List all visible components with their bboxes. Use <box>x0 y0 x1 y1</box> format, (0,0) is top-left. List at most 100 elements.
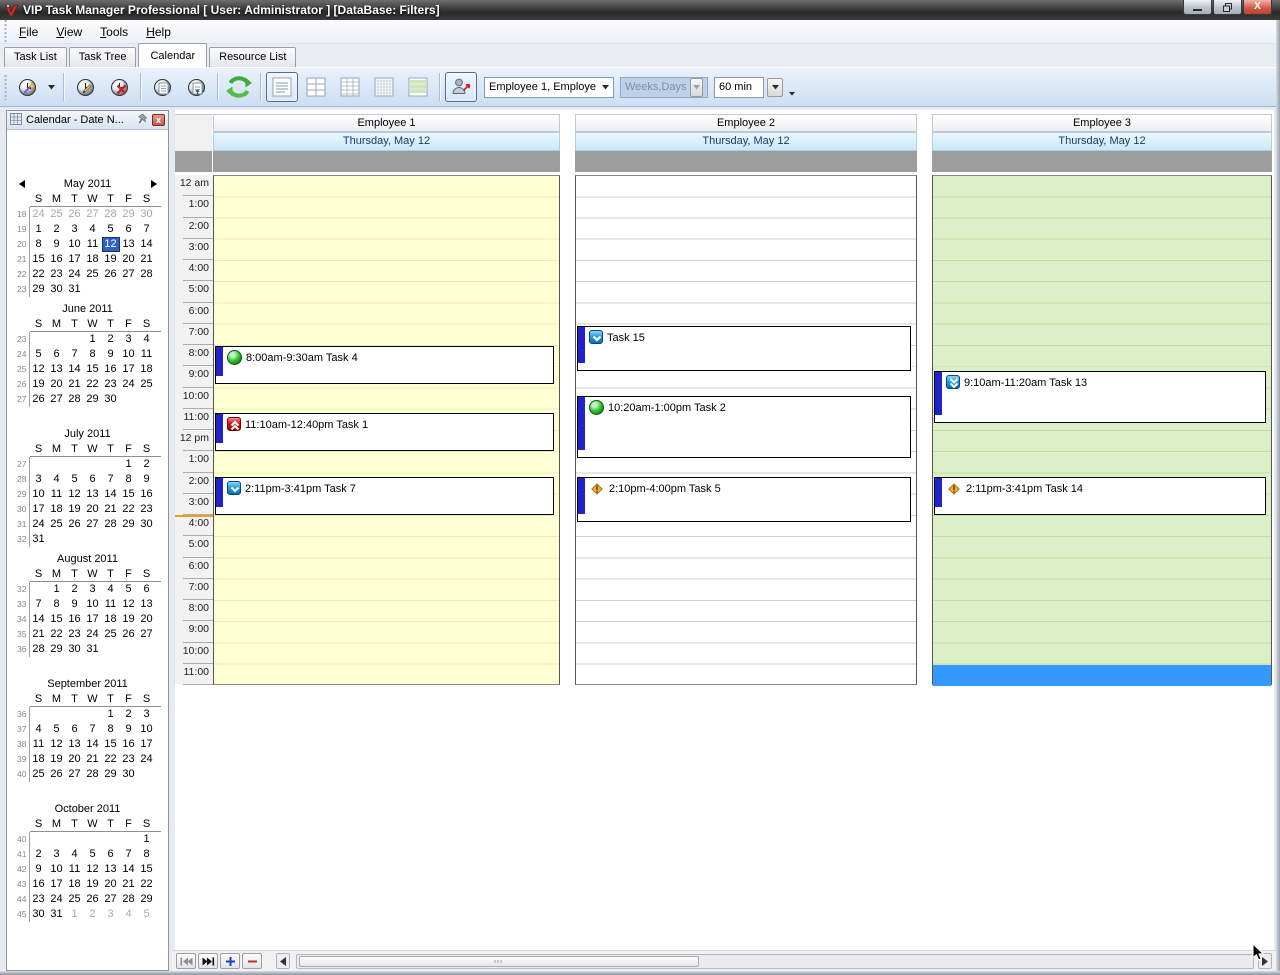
day-cell[interactable]: 11 <box>84 237 102 252</box>
horizontal-scrollbar[interactable] <box>296 954 1254 969</box>
day-cell[interactable]: 22 <box>138 877 156 892</box>
day-cell[interactable]: 20 <box>66 752 84 767</box>
day-cell[interactable]: 29 <box>120 517 138 532</box>
selected-time-slot[interactable] <box>933 665 1271 686</box>
day-cell[interactable]: 9 <box>66 597 84 612</box>
day-cell[interactable]: 5 <box>66 472 84 487</box>
week-view-button[interactable] <box>334 72 366 102</box>
day-cell[interactable]: 19 <box>84 877 102 892</box>
day-cell[interactable]: 3 <box>138 707 156 722</box>
day-cell[interactable]: 1 <box>138 832 156 847</box>
day-cell[interactable]: 20 <box>138 612 156 627</box>
day-cell[interactable]: 17 <box>30 502 48 517</box>
day-cell[interactable]: 19 <box>66 502 84 517</box>
day-cell[interactable]: 15 <box>48 612 66 627</box>
day-cell[interactable]: 8 <box>138 847 156 862</box>
day-cell[interactable]: 27 <box>48 392 66 407</box>
day-cell[interactable]: 9 <box>102 347 120 362</box>
day-cell[interactable]: 13 <box>138 597 156 612</box>
day-cell[interactable]: 24 <box>30 207 48 222</box>
day-cell[interactable]: 14 <box>120 862 138 877</box>
panel-close-button[interactable]: x <box>152 114 165 126</box>
day-cell[interactable]: 24 <box>138 752 156 767</box>
day-cell[interactable]: 9 <box>48 237 66 252</box>
day-cell[interactable]: 17 <box>66 252 84 267</box>
calendar-event[interactable]: 11:10am-12:40pm Task 1 <box>215 413 554 451</box>
day-cell[interactable]: 8 <box>102 722 120 737</box>
day-cell[interactable]: 29 <box>48 642 66 657</box>
day-cell[interactable]: 16 <box>102 362 120 377</box>
day-cell[interactable]: 2 <box>120 707 138 722</box>
day-cell[interactable]: 23 <box>102 377 120 392</box>
day-cell[interactable]: 18 <box>30 752 48 767</box>
menu-file[interactable]: File <box>10 22 47 42</box>
day-cell[interactable]: 16 <box>30 877 48 892</box>
month-view-button[interactable] <box>368 72 400 102</box>
day-cell[interactable]: 26 <box>30 392 48 407</box>
day-view-button[interactable] <box>266 72 298 102</box>
day-cell[interactable]: 29 <box>84 392 102 407</box>
day-cell[interactable]: 18 <box>138 362 156 377</box>
day-cell[interactable]: 10 <box>66 237 84 252</box>
day-cell[interactable]: 31 <box>84 642 102 657</box>
day-cell[interactable]: 19 <box>30 377 48 392</box>
interval-filter-combo[interactable]: 60 min <box>714 77 764 98</box>
day-cell[interactable]: 22 <box>48 627 66 642</box>
day-cell[interactable]: 30 <box>138 517 156 532</box>
calendar-event[interactable]: 2:11pm-3:41pm Task 14 <box>934 477 1266 515</box>
resource-filter-combo[interactable]: Employee 1, Employe <box>484 77 614 98</box>
day-cell[interactable]: 20 <box>48 377 66 392</box>
day-cell[interactable]: 4 <box>138 332 156 347</box>
day-cell[interactable]: 7 <box>102 472 120 487</box>
day-cell[interactable]: 17 <box>48 877 66 892</box>
day-cell[interactable]: 21 <box>84 752 102 767</box>
day-cell[interactable]: 21 <box>30 627 48 642</box>
day-cell[interactable]: 22 <box>84 377 102 392</box>
time-grid-employee-3[interactable]: 9:10am-11:20am Task 132:11pm-3:41pm Task… <box>932 175 1272 685</box>
day-cell[interactable]: 27 <box>84 517 102 532</box>
day-cell[interactable]: 8 <box>120 472 138 487</box>
day-cell[interactable]: 8 <box>30 237 48 252</box>
day-cell[interactable]: 30 <box>66 642 84 657</box>
day-cell[interactable]: 10 <box>48 862 66 877</box>
day-cell[interactable]: 4 <box>120 907 138 922</box>
toolbar-overflow-icon[interactable] <box>789 92 795 96</box>
day-cell[interactable]: 15 <box>138 862 156 877</box>
refresh-button[interactable] <box>223 72 255 102</box>
remove-date-button[interactable] <box>242 953 262 969</box>
day-cell[interactable]: 9 <box>120 722 138 737</box>
day-cell[interactable]: 22 <box>120 502 138 517</box>
day-cell[interactable]: 30 <box>102 392 120 407</box>
task-export-button[interactable] <box>180 72 212 102</box>
day-cell[interactable]: 18 <box>102 612 120 627</box>
next-month-icon[interactable] <box>151 180 161 188</box>
day-cell[interactable]: 3 <box>120 332 138 347</box>
tab-calendar[interactable]: Calendar <box>138 43 207 67</box>
day-cell[interactable]: 5 <box>102 222 120 237</box>
day-cell[interactable]: 28 <box>138 267 156 282</box>
day-cell[interactable]: 16 <box>138 487 156 502</box>
day-cell[interactable]: 30 <box>48 282 66 297</box>
time-grid-employee-2[interactable]: Task 1510:20am-1:00pm Task 22:10pm-4:00p… <box>575 175 917 685</box>
day-cell[interactable]: 25 <box>84 267 102 282</box>
day-cell[interactable]: 5 <box>84 847 102 862</box>
day-cell[interactable]: 14 <box>84 737 102 752</box>
day-cell[interactable]: 22 <box>102 752 120 767</box>
day-cell[interactable]: 25 <box>30 767 48 782</box>
day-cell[interactable]: 26 <box>120 627 138 642</box>
day-cell[interactable]: 26 <box>66 517 84 532</box>
day-cell[interactable]: 29 <box>120 207 138 222</box>
timeline-view-button[interactable] <box>402 72 434 102</box>
day-cell[interactable]: 12 <box>120 597 138 612</box>
day-cell[interactable]: 4 <box>66 847 84 862</box>
close-button[interactable]: X <box>1243 0 1272 15</box>
day-cell[interactable]: 18 <box>48 502 66 517</box>
day-cell[interactable]: 1 <box>102 707 120 722</box>
day-cell[interactable]: 31 <box>48 907 66 922</box>
day-cell[interactable]: 18 <box>84 252 102 267</box>
day-cell[interactable]: 25 <box>48 207 66 222</box>
day-cell[interactable]: 3 <box>66 222 84 237</box>
day-cell[interactable]: 4 <box>30 722 48 737</box>
day-cell[interactable]: 12 <box>30 362 48 377</box>
day-cell[interactable]: 26 <box>102 267 120 282</box>
